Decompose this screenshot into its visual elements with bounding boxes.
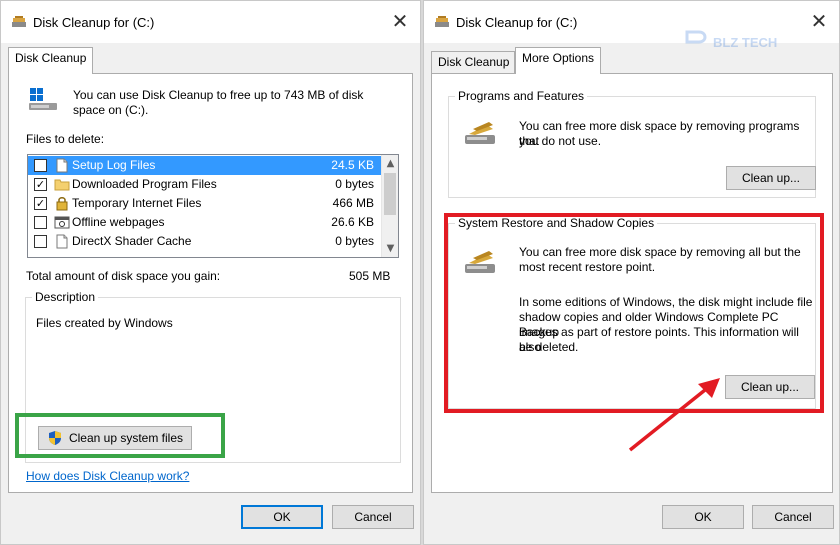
clean-up-system-files-button[interactable]: Clean up system files	[38, 426, 192, 450]
file-checkbox[interactable]	[34, 159, 47, 172]
scroll-down-icon[interactable]: ▼	[382, 240, 398, 257]
clean-up-system-files-label: Clean up system files	[68, 431, 184, 445]
ok-button[interactable]: OK	[241, 505, 323, 529]
close-icon[interactable]: ✕	[390, 11, 410, 31]
description-legend: Description	[32, 290, 99, 304]
file-size: 0 bytes	[335, 234, 374, 248]
cancel-button[interactable]: Cancel	[752, 505, 834, 529]
file-icon	[54, 158, 70, 173]
system-restore-legend: System Restore and Shadow Copies	[455, 216, 658, 230]
file-name: Setup Log Files	[72, 158, 156, 172]
ok-button[interactable]: OK	[662, 505, 744, 529]
file-size: 466 MB	[332, 196, 374, 210]
file-name: Downloaded Program Files	[72, 177, 217, 191]
windows-drive-icon	[29, 88, 57, 110]
file-name: Offline webpages	[72, 215, 165, 229]
file-icon	[54, 234, 70, 249]
programs-drive-icon	[465, 122, 495, 144]
file-list-row[interactable]: Offline webpages 26.6 KB	[28, 213, 382, 232]
restore-drive-icon	[465, 251, 495, 273]
description-text: Files created by Windows	[36, 316, 173, 330]
help-link[interactable]: How does Disk Cleanup work?	[26, 469, 189, 483]
files-to-delete-label: Files to delete:	[26, 132, 105, 146]
intro-text-line2: space on (C:).	[73, 103, 149, 117]
programs-text-line2: you do not use.	[519, 134, 602, 148]
disk-cleanup-icon	[435, 16, 449, 27]
lock-icon	[54, 196, 70, 211]
file-checkbox[interactable]	[34, 216, 47, 229]
total-space-value: 505 MB	[349, 269, 391, 283]
title-bar: Disk Cleanup for (C:) ✕	[1, 1, 420, 43]
system-restore-group: System Restore and Shadow Copies You can…	[448, 216, 816, 409]
tab-disk-cleanup[interactable]: Disk Cleanup	[431, 51, 515, 73]
cancel-button[interactable]: Cancel	[332, 505, 414, 529]
file-size: 24.5 KB	[331, 158, 374, 172]
intro-text-line1: You can use Disk Cleanup to free up to 7…	[73, 88, 364, 102]
file-name: DirectX Shader Cache	[72, 234, 192, 248]
file-size: 26.6 KB	[331, 215, 374, 229]
watermark-text: BLZ TECH	[713, 35, 777, 50]
file-list-row[interactable]: DirectX Shader Cache 0 bytes	[28, 232, 382, 251]
restore-clean-up-button[interactable]: Clean up...	[725, 375, 815, 399]
files-list-scrollbar[interactable]: ▲ ▼	[381, 155, 398, 257]
scroll-up-icon[interactable]: ▲	[382, 155, 398, 172]
file-name: Temporary Internet Files	[72, 196, 202, 210]
file-list-row[interactable]: ✓ Downloaded Program Files 0 bytes	[28, 175, 382, 194]
programs-features-legend: Programs and Features	[455, 89, 588, 103]
file-checkbox[interactable]: ✓	[34, 197, 47, 210]
file-checkbox[interactable]: ✓	[34, 178, 47, 191]
restore-text-line1: You can free more disk space by removing…	[519, 245, 801, 259]
restore-note-line1: In some editions of Windows, the disk mi…	[519, 295, 813, 309]
programs-features-group: Programs and Features You can free more …	[448, 89, 816, 198]
file-list-row[interactable]: Setup Log Files 24.5 KB	[28, 156, 382, 175]
window-title: Disk Cleanup for (C:)	[33, 15, 155, 30]
scroll-thumb[interactable]	[384, 173, 396, 215]
uac-shield-icon	[49, 431, 61, 445]
file-size: 0 bytes	[335, 177, 374, 191]
restore-note-line4: be deleted.	[519, 340, 579, 354]
window-title: Disk Cleanup for (C:)	[456, 15, 578, 30]
tab-panel: Programs and Features You can free more …	[431, 73, 833, 493]
folder-icon	[54, 177, 70, 192]
disk-cleanup-window-right: Disk Cleanup for (C:) ✕ Disk Cleanup Mor…	[423, 0, 840, 545]
tab-more-options[interactable]: More Options	[515, 47, 602, 74]
restore-text-line2: most recent restore point.	[519, 260, 656, 274]
blz-tech-watermark: BLZ TECH	[685, 30, 777, 50]
disk-cleanup-window-left: Disk Cleanup for (C:) ✕ Disk Cleanup You…	[0, 0, 421, 545]
tab-disk-cleanup[interactable]: Disk Cleanup	[8, 47, 94, 74]
files-list: Setup Log Files 24.5 KB ✓ Downloaded Progra…	[27, 154, 399, 258]
disk-cleanup-icon	[12, 16, 26, 27]
file-checkbox[interactable]	[34, 235, 47, 248]
close-icon[interactable]: ✕	[809, 11, 829, 31]
programs-clean-up-button[interactable]: Clean up...	[726, 166, 816, 190]
file-list-row[interactable]: ✓ Temporary Internet Files 466 MB	[28, 194, 382, 213]
webpage-icon	[54, 215, 70, 230]
total-space-label: Total amount of disk space you gain:	[26, 269, 221, 283]
